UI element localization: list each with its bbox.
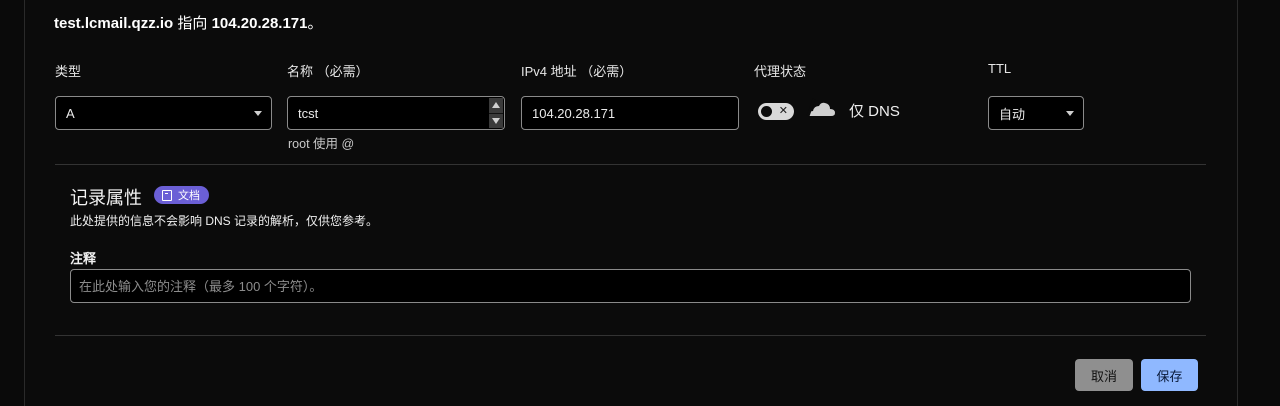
ttl-select[interactable]: 自动	[988, 96, 1084, 130]
name-label: 名称 （必需）	[287, 64, 369, 79]
footer-divider	[55, 335, 1206, 336]
docs-badge-label: 文档	[178, 190, 200, 202]
name-input[interactable]: tcst	[287, 96, 505, 130]
cloud-icon	[806, 98, 835, 117]
ipv4-input[interactable]: 104.20.28.171	[521, 96, 739, 130]
arrow-up-icon	[492, 102, 500, 109]
points-to-text: 指向	[177, 15, 208, 32]
comment-label: 注释	[70, 251, 97, 266]
name-spinner[interactable]	[489, 98, 503, 128]
proxy-status-label: 代理状态	[754, 64, 807, 79]
type-select[interactable]: A	[55, 96, 272, 130]
close-icon: ✕	[778, 105, 788, 117]
name-input-value: tcst	[298, 105, 319, 121]
docs-badge-link[interactable]: 文档	[154, 186, 209, 204]
section-divider	[55, 164, 1206, 165]
record-summary-heading: test.lcmail.qzz.io 指向 104.20.28.171。	[54, 12, 323, 33]
toggle-knob	[761, 106, 772, 117]
type-label: 类型	[55, 64, 82, 79]
heading-period: 。	[307, 15, 323, 32]
ipv4-label: IPv4 地址 （必需）	[521, 64, 633, 79]
record-hostname: test.lcmail.qzz.io	[54, 15, 174, 32]
spinner-down-button[interactable]	[489, 113, 503, 128]
record-attributes-title: 记录属性	[70, 188, 142, 208]
spinner-up-button[interactable]	[489, 98, 503, 114]
arrow-down-icon	[492, 117, 500, 124]
ipv4-input-value: 104.20.28.171	[532, 105, 616, 121]
name-hint: root 使用 @	[288, 137, 355, 151]
ttl-label: TTL	[988, 61, 1012, 76]
chevron-down-icon	[1066, 111, 1074, 116]
record-target-ip: 104.20.28.171	[211, 15, 308, 32]
comment-input[interactable]	[70, 269, 1191, 303]
doc-icon	[162, 189, 172, 201]
record-attributes-description: 此处提供的信息不会影响 DNS 记录的解析，仅供您参考。	[70, 214, 379, 228]
proxy-toggle[interactable]: ✕	[758, 103, 794, 120]
save-button[interactable]: 保存	[1141, 359, 1198, 391]
ttl-select-value: 自动	[999, 106, 1026, 122]
proxy-status-text: 仅 DNS	[849, 103, 900, 120]
chevron-down-icon	[254, 111, 262, 116]
cancel-button[interactable]: 取消	[1075, 359, 1133, 391]
type-select-value: A	[66, 105, 75, 121]
